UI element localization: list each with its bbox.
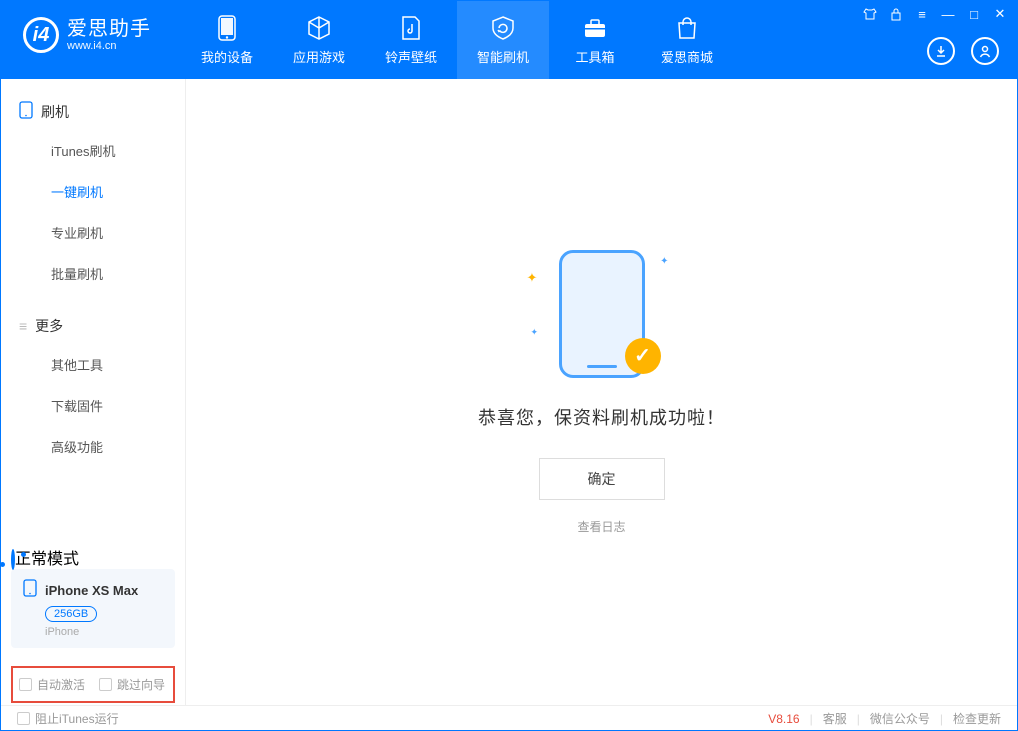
sidebar-item-download-fw[interactable]: 下载固件: [1, 385, 185, 426]
checkbox-block-itunes[interactable]: 阻止iTunes运行: [17, 710, 119, 727]
sidebar-item-other-tools[interactable]: 其他工具: [1, 344, 185, 385]
main-content: ✓ ✦ ✦ ✦ 恭喜您，保资料刷机成功啦！ 确定 查看日志: [186, 79, 1017, 705]
nav-label: 工具箱: [575, 47, 614, 66]
footer-link-update[interactable]: 检查更新: [953, 710, 1001, 727]
nav-label: 爱思商城: [661, 47, 713, 66]
nav-label: 铃声壁纸: [385, 47, 437, 66]
close-icon[interactable]: ✕: [993, 7, 1007, 21]
checkbox-box-icon: [99, 678, 112, 691]
nav-flash[interactable]: 智能刷机: [457, 1, 549, 79]
refresh-shield-icon: [490, 15, 516, 41]
cube-icon: [306, 15, 332, 41]
separator: |: [810, 712, 813, 726]
window-controls: ≡ ― □ ✕: [863, 7, 1007, 21]
minimize-icon[interactable]: ―: [941, 7, 955, 21]
sidebar-section-more: ≡ 更多 其他工具 下载固件 高级功能: [1, 294, 185, 467]
list-icon: ≡: [19, 318, 27, 334]
lock-icon[interactable]: [889, 7, 903, 21]
nav-label: 应用游戏: [293, 47, 345, 66]
nav-label: 我的设备: [201, 47, 253, 66]
phone-small-icon: [23, 579, 37, 602]
checkbox-box-icon: [17, 712, 30, 725]
footer-link-wechat[interactable]: 微信公众号: [870, 710, 930, 727]
checkbox-skip-guide[interactable]: 跳过向导: [99, 676, 165, 693]
nav-wallpaper[interactable]: 铃声壁纸: [365, 1, 457, 79]
status-bar: 阻止iTunes运行 V8.16 | 客服 | 微信公众号 | 检查更新: [1, 705, 1017, 731]
app-body: 刷机 iTunes刷机 一键刷机 专业刷机 批量刷机 ≡ 更多 其他工具 下载固…: [1, 79, 1017, 705]
device-mode-box[interactable]: 正常模式: [11, 545, 175, 569]
nav-my-device[interactable]: 我的设备: [181, 1, 273, 79]
success-illustration: ✓ ✦ ✦ ✦: [537, 250, 667, 380]
maximize-icon[interactable]: □: [967, 7, 981, 21]
checkbox-label: 自动激活: [37, 676, 85, 693]
checkbox-label: 跳过向导: [117, 676, 165, 693]
user-button[interactable]: [971, 37, 999, 65]
nav-toolbox[interactable]: 工具箱: [549, 1, 641, 79]
toolbox-icon: [582, 15, 608, 41]
sidebar-item-batch-flash[interactable]: 批量刷机: [1, 253, 185, 294]
menu-icon[interactable]: ≡: [915, 7, 929, 21]
app-title: 爱思助手: [67, 18, 151, 40]
download-button[interactable]: [927, 37, 955, 65]
app-url: www.i4.cn: [67, 40, 151, 52]
sidebar: 刷机 iTunes刷机 一键刷机 专业刷机 批量刷机 ≡ 更多 其他工具 下载固…: [1, 79, 186, 705]
main-nav: 我的设备 应用游戏 铃声壁纸 智能刷机 工具箱 爱思商城: [181, 1, 733, 79]
logo-icon: i4: [23, 17, 59, 53]
sparkle-icon: ✦: [531, 327, 539, 338]
sidebar-item-pro-flash[interactable]: 专业刷机: [1, 212, 185, 253]
device-icon: [19, 101, 33, 122]
nav-store[interactable]: 爱思商城: [641, 1, 733, 79]
tshirt-icon[interactable]: [863, 7, 877, 21]
sidebar-item-itunes-flash[interactable]: iTunes刷机: [1, 130, 185, 171]
app-header: i4 爱思助手 www.i4.cn 我的设备 应用游戏 铃声壁纸 智能刷机 工具…: [1, 1, 1017, 79]
sidebar-item-advanced[interactable]: 高级功能: [1, 426, 185, 467]
music-file-icon: [398, 15, 424, 41]
device-info-box[interactable]: iPhone XS Max 256GB iPhone: [11, 569, 175, 648]
sidebar-header-more: ≡ 更多: [1, 308, 185, 344]
check-badge-icon: ✓: [625, 338, 661, 374]
separator: |: [857, 712, 860, 726]
footer-right: V8.16 | 客服 | 微信公众号 | 检查更新: [768, 710, 1001, 727]
view-log-link[interactable]: 查看日志: [577, 518, 625, 535]
nav-apps[interactable]: 应用游戏: [273, 1, 365, 79]
sidebar-section-flash: 刷机 iTunes刷机 一键刷机 专业刷机 批量刷机: [1, 79, 185, 294]
section-title: 更多: [35, 316, 63, 336]
options-highlight-box: 自动激活 跳过向导: [11, 666, 175, 703]
sparkle-icon: ✦: [660, 256, 668, 267]
success-title: 恭喜您，保资料刷机成功啦！: [478, 404, 725, 430]
checkbox-label: 阻止iTunes运行: [35, 710, 119, 727]
sidebar-item-oneclick-flash[interactable]: 一键刷机: [1, 171, 185, 212]
sparkle-icon: ✦: [527, 270, 538, 286]
ok-button[interactable]: 确定: [539, 458, 665, 500]
checkbox-auto-activate[interactable]: 自动激活: [19, 676, 85, 693]
nav-label: 智能刷机: [477, 47, 529, 66]
logo-area: i4 爱思助手 www.i4.cn: [1, 1, 171, 53]
device-capacity: 256GB: [45, 606, 97, 622]
device-type: iPhone: [45, 626, 163, 638]
separator: |: [940, 712, 943, 726]
logo-text: 爱思助手 www.i4.cn: [67, 18, 151, 52]
device-panel: 正常模式 iPhone XS Max 256GB iPhone: [1, 535, 185, 658]
phone-icon: [214, 15, 240, 41]
device-name: iPhone XS Max: [45, 583, 138, 598]
checkbox-box-icon: [19, 678, 32, 691]
header-actions: [927, 37, 999, 65]
sidebar-header-flash: 刷机: [1, 93, 185, 130]
section-title: 刷机: [41, 102, 69, 122]
version-label: V8.16: [768, 712, 799, 726]
mode-icon: [11, 549, 15, 570]
footer-link-support[interactable]: 客服: [823, 710, 847, 727]
bag-icon: [674, 15, 700, 41]
